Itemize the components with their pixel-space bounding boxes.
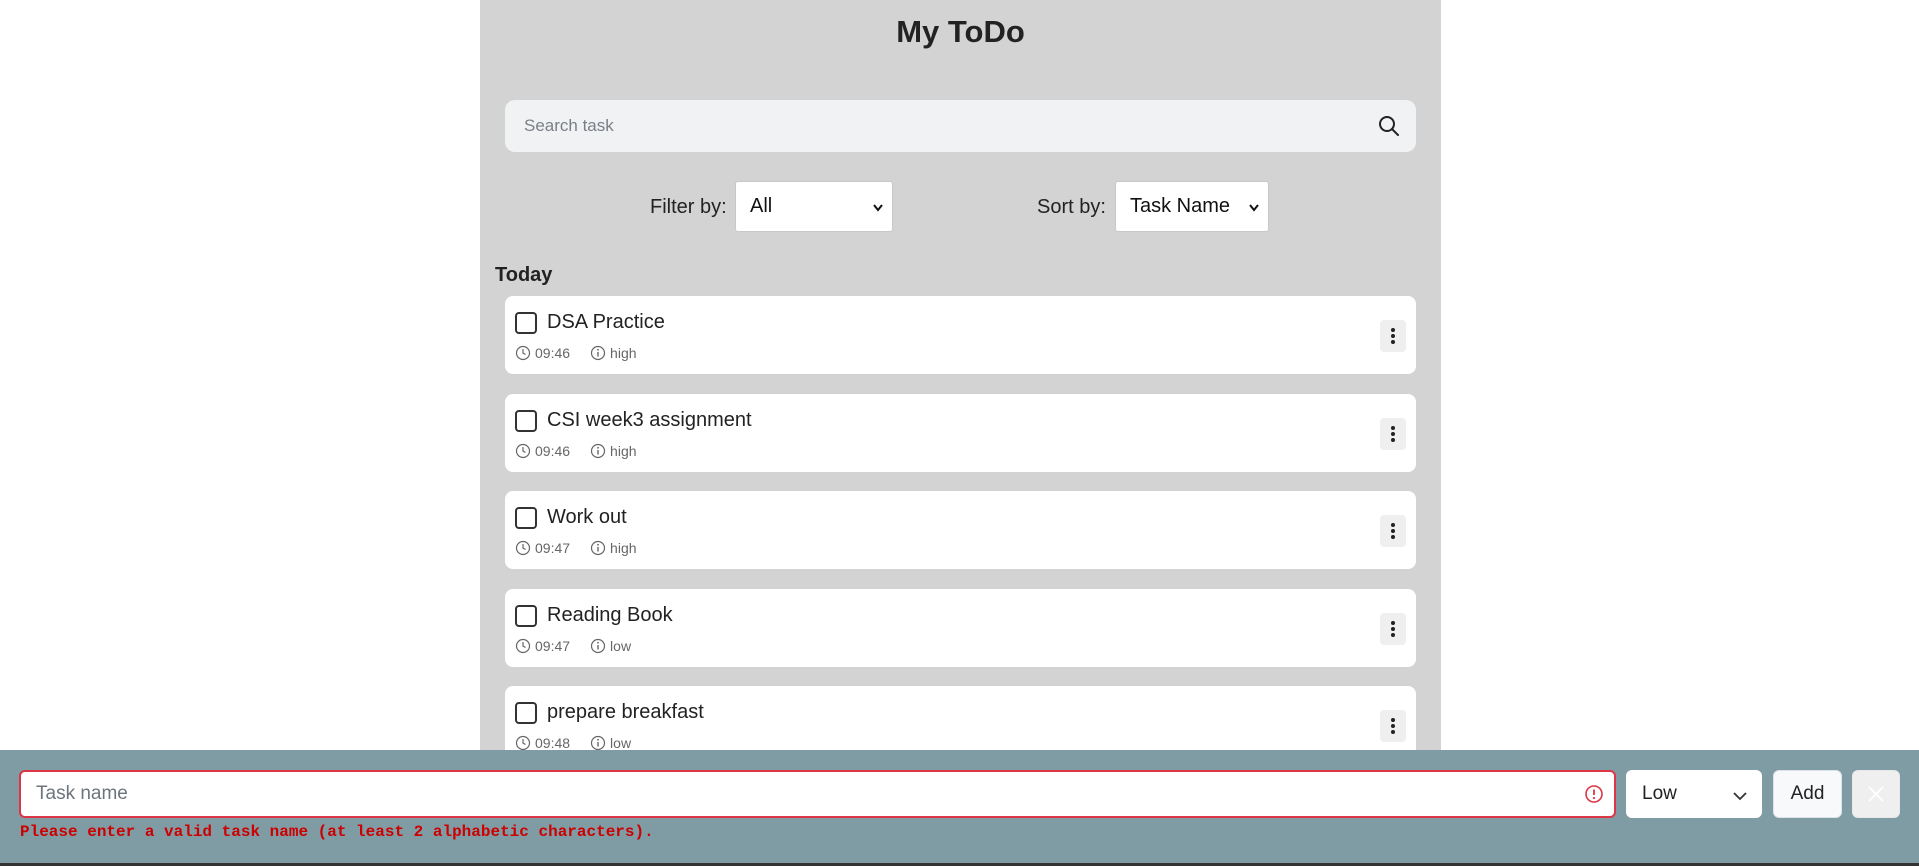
info-icon [590,638,606,654]
priority-select[interactable]: Low [1626,770,1762,818]
sort-select[interactable]: Task Name [1115,181,1269,232]
clock-icon [515,345,531,361]
info-icon [590,345,606,361]
error-icon [1574,784,1614,804]
sort-label: Sort by: [1037,196,1106,218]
chevron-down-icon [1248,199,1260,222]
clock-icon [515,735,531,751]
validation-error-message: Please enter a valid task name (at least… [20,823,654,841]
chevron-down-icon [1732,787,1748,809]
task-priority: high [610,345,637,361]
task-meta: 09:48 low [515,735,631,751]
todo-panel: My ToDo Filter by: All Sort by: Task Nam… [480,0,1441,866]
task-checkbox[interactable] [515,410,537,432]
more-options-icon[interactable] [1380,515,1406,547]
task-priority: high [610,443,637,459]
search-icon[interactable] [1362,100,1416,152]
task-meta: 09:47 low [515,638,631,654]
clock-icon [515,443,531,459]
task-meta: 09:46 high [515,443,637,459]
task-time: 09:46 [535,443,571,459]
filter-sort-controls: Filter by: All Sort by: Task Name [480,181,1441,232]
task-name: CSI week3 assignment [547,409,752,431]
add-task-bar: Low Add Please enter a valid task name (… [0,750,1919,866]
task-item: DSA Practice 09:46 high [505,296,1416,374]
close-icon[interactable] [1852,770,1900,818]
task-time: 09:47 [535,638,571,654]
task-checkbox[interactable] [515,312,537,334]
task-item: Reading Book 09:47 low [505,589,1416,667]
task-name: DSA Practice [547,311,665,333]
filter-selected-value: All [750,195,773,217]
task-name: Reading Book [547,604,673,626]
priority-selected-value: Low [1642,783,1677,804]
task-name: Work out [547,506,627,528]
info-icon [590,443,606,459]
more-options-icon[interactable] [1380,320,1406,352]
filter-select[interactable]: All [735,181,893,232]
group-label-today: Today [495,264,553,286]
task-name-field [19,770,1616,818]
task-checkbox[interactable] [515,507,537,529]
search-input[interactable] [505,100,1362,152]
more-options-icon[interactable] [1380,710,1406,742]
add-button[interactable]: Add [1773,770,1842,818]
filter-label: Filter by: [650,196,727,218]
task-priority: low [610,735,632,751]
info-icon [590,540,606,556]
page-title: My ToDo [896,14,1025,49]
task-time: 09:48 [535,735,571,751]
clock-icon [515,638,531,654]
sort-selected-value: Task Name [1130,195,1231,217]
task-name: prepare breakfast [547,701,704,723]
task-checkbox[interactable] [515,702,537,724]
task-time: 09:46 [535,345,571,361]
task-meta: 09:47 high [515,540,637,556]
task-priority: low [610,638,632,654]
chevron-down-icon [872,199,884,222]
task-priority: high [610,540,637,556]
task-name-input[interactable] [21,772,1574,816]
task-item: Work out 09:47 high [505,491,1416,569]
clock-icon [515,540,531,556]
more-options-icon[interactable] [1380,418,1406,450]
search-bar [505,100,1416,152]
task-item: CSI week3 assignment 09:46 high [505,394,1416,472]
task-meta: 09:46 high [515,345,637,361]
task-checkbox[interactable] [515,605,537,627]
info-icon [590,735,606,751]
more-options-icon[interactable] [1380,613,1406,645]
task-time: 09:47 [535,540,571,556]
